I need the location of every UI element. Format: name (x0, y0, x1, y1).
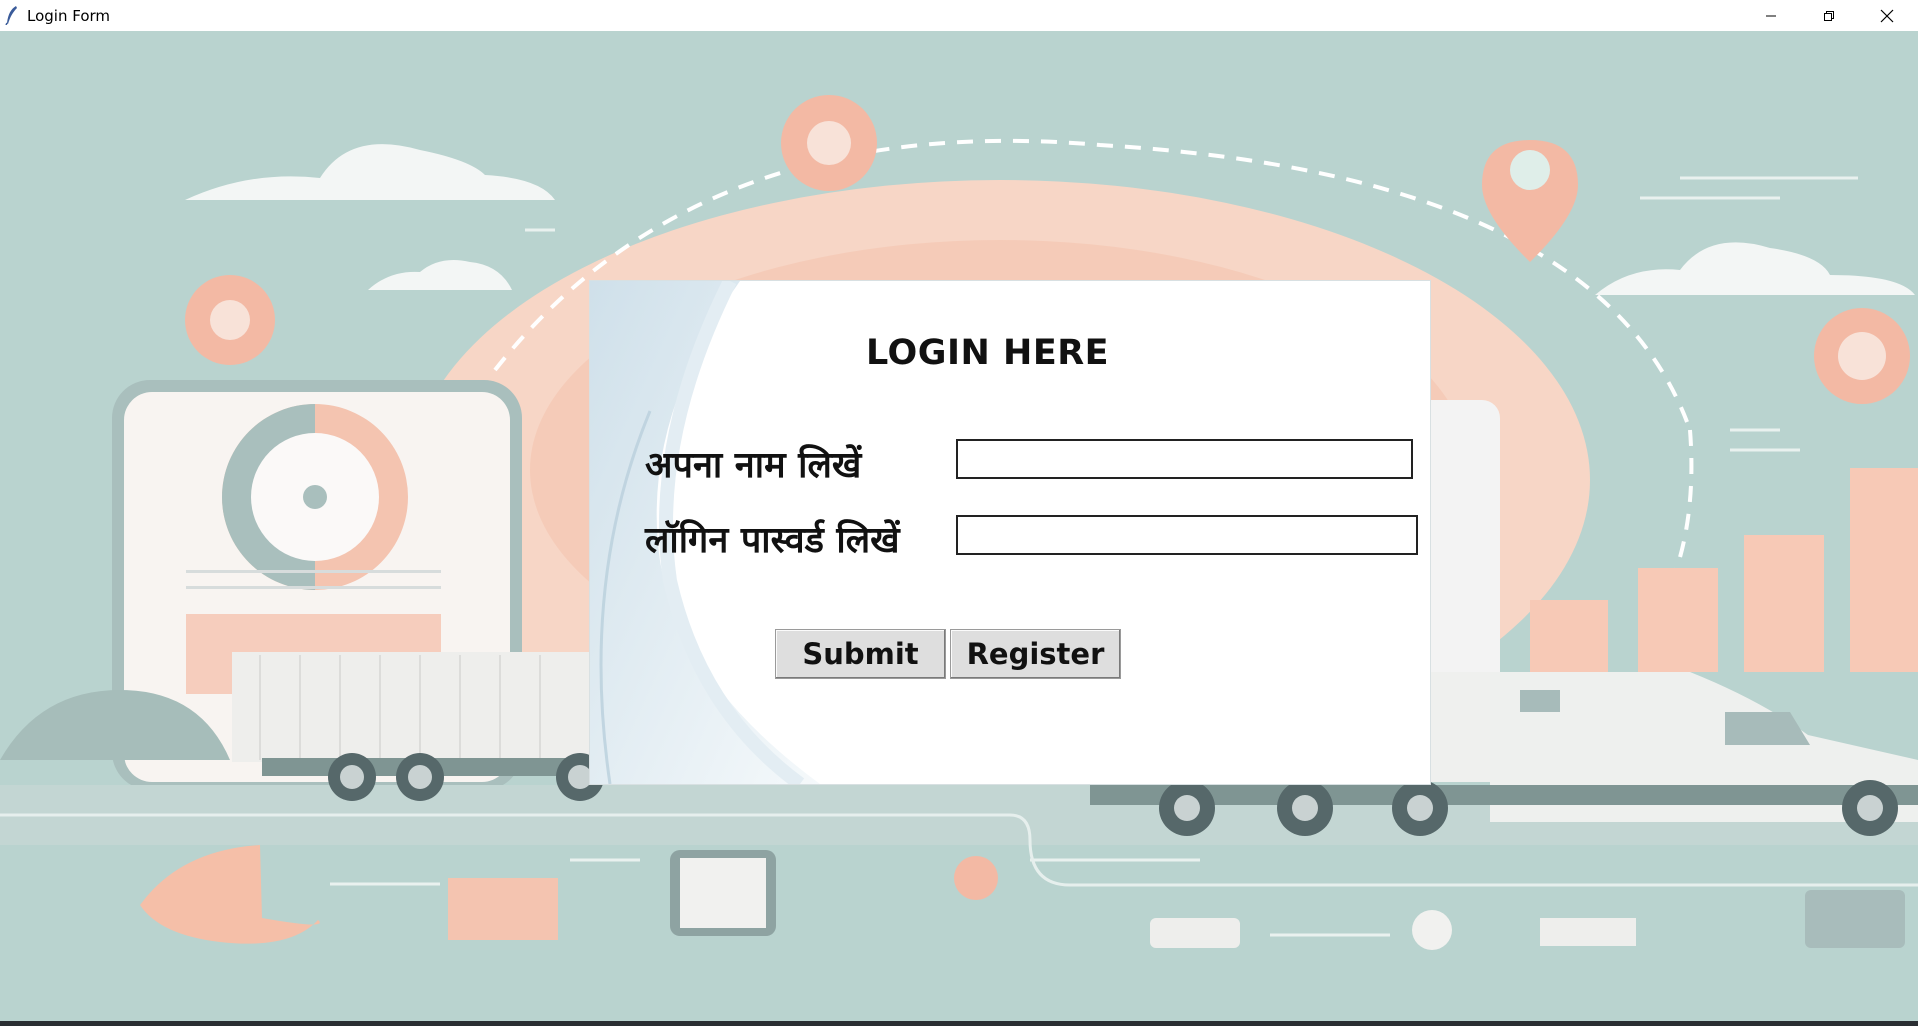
close-button[interactable] (1858, 0, 1916, 31)
password-input[interactable] (956, 515, 1418, 555)
password-label: लॉगिन पास्वर्ड लिखें (645, 520, 900, 561)
taskbar-edge (0, 1021, 1918, 1026)
login-card: LOGIN HERE अपना नाम लिखें लॉगिन पास्वर्ड… (589, 280, 1431, 785)
close-icon (1880, 9, 1894, 22)
minimize-button[interactable] (1742, 0, 1800, 31)
restore-button[interactable] (1800, 0, 1858, 31)
minimize-icon (1766, 15, 1776, 16)
name-label: अपना नाम लिखें (645, 445, 862, 486)
restore-icon (1824, 10, 1834, 21)
name-input[interactable] (956, 439, 1413, 479)
feather-icon (5, 6, 17, 25)
window-title: Login Form (27, 7, 111, 25)
page-title: LOGIN HERE (866, 333, 1110, 373)
title-bar: Login Form (0, 0, 1918, 32)
submit-button[interactable]: Submit (775, 629, 946, 679)
register-button[interactable]: Register (950, 629, 1121, 679)
